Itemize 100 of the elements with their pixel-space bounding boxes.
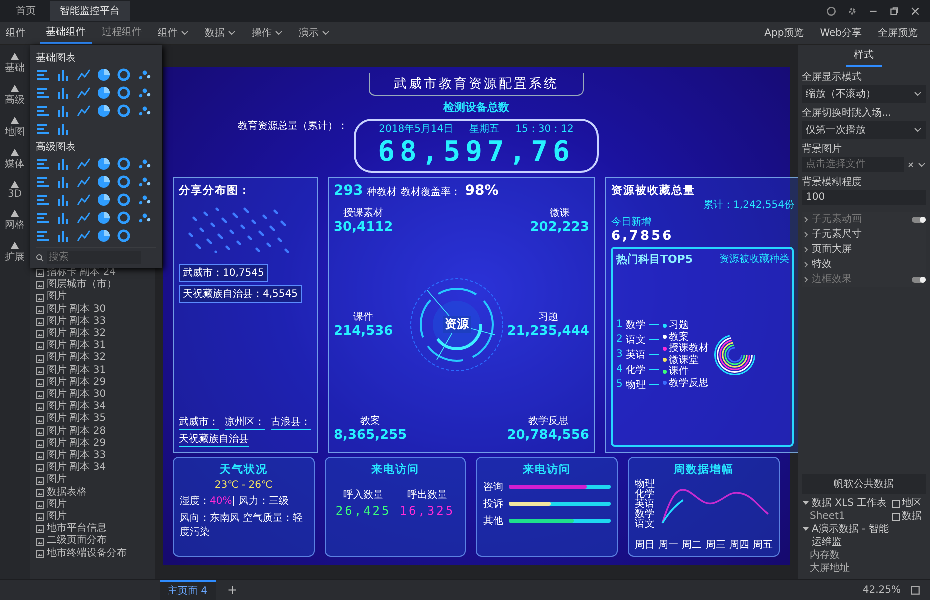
layer-item[interactable]: 图片 副本 33: [47, 450, 106, 462]
scatter-icon[interactable]: [138, 104, 152, 118]
layer-item[interactable]: 图片 副本 34: [47, 401, 106, 414]
scatter-icon[interactable]: [138, 157, 152, 171]
layer-item[interactable]: 二级页面分布: [47, 535, 107, 548]
tree-node[interactable]: A演示数据 - 智能运维监: [812, 523, 889, 549]
add-page-button[interactable]: +: [222, 581, 244, 599]
layer-item[interactable]: 图片 副本 32: [47, 352, 106, 365]
pie-chart-icon[interactable]: [97, 193, 111, 207]
bar-chart-icon[interactable]: [36, 157, 50, 171]
menu-button[interactable]: 演示: [293, 24, 336, 42]
line-chart-icon[interactable]: [76, 193, 91, 207]
scatter-icon[interactable]: [138, 211, 152, 225]
rail-item[interactable]: 地图: [5, 115, 25, 139]
menu-button[interactable]: 数据: [199, 24, 242, 42]
ring-icon[interactable]: [117, 229, 132, 243]
ring-icon[interactable]: [117, 104, 132, 118]
bar-chart-icon[interactable]: [36, 175, 50, 189]
layer-item[interactable]: 地市平台信息: [47, 523, 107, 536]
ring-icon[interactable]: [117, 211, 132, 225]
column-chart-icon[interactable]: [56, 211, 70, 225]
scatter-icon[interactable]: [138, 175, 152, 189]
layer-item[interactable]: 图片 副本 29: [47, 438, 106, 450]
column-chart-icon[interactable]: [56, 104, 70, 118]
column-chart-icon[interactable]: [56, 229, 70, 243]
layer-item[interactable]: 图片: [47, 511, 67, 524]
data-column[interactable]: 数据: [902, 510, 922, 523]
layer-item[interactable]: 图片 副本 30: [47, 389, 106, 402]
line-chart-icon[interactable]: [76, 86, 91, 100]
line-chart-icon[interactable]: [76, 211, 91, 225]
window-tab[interactable]: 智能监控平台: [50, 1, 130, 21]
layer-item[interactable]: 图片 副本 29: [47, 376, 106, 390]
rail-item[interactable]: 基础: [5, 51, 25, 75]
ring-icon[interactable]: [117, 68, 132, 82]
scatter-icon[interactable]: [138, 68, 152, 82]
pie-chart-icon[interactable]: [97, 157, 111, 171]
bar-chart-icon[interactable]: [36, 211, 50, 225]
caret-icon[interactable]: [802, 525, 810, 533]
menu-button[interactable]: 操作: [246, 24, 289, 42]
column-chart-icon[interactable]: [56, 193, 70, 207]
rail-item[interactable]: 媒体: [5, 147, 25, 171]
line-chart-icon[interactable]: [76, 104, 91, 118]
pie-chart-icon[interactable]: [97, 211, 111, 225]
rail-item[interactable]: 3D: [8, 179, 22, 200]
toolbar-action[interactable]: App预览: [758, 24, 810, 42]
clear-icon[interactable]: [907, 160, 915, 168]
restore-icon[interactable]: [889, 6, 900, 16]
tree-node[interactable]: 内存数: [802, 549, 889, 562]
layer-item[interactable]: 图片: [47, 474, 67, 487]
section-header[interactable]: 特效: [812, 257, 832, 272]
section-header[interactable]: 页面大屏: [812, 242, 852, 257]
input-field[interactable]: 100: [802, 190, 926, 205]
select-field[interactable]: 仅第一次播放: [802, 121, 926, 139]
pie-chart-icon[interactable]: [97, 104, 111, 118]
pie-chart-icon[interactable]: [97, 175, 111, 189]
bar-chart-icon[interactable]: [36, 122, 50, 136]
layer-item[interactable]: 图片: [47, 498, 67, 512]
page-tab[interactable]: 主页面 4: [160, 580, 216, 600]
column-chart-icon[interactable]: [56, 68, 70, 82]
ring-icon[interactable]: [117, 86, 132, 100]
layer-item[interactable]: 图片 副本 30: [47, 304, 106, 316]
section-header[interactable]: 子元素尺寸: [812, 227, 862, 242]
layer-item[interactable]: 图片 副本 31: [47, 364, 106, 377]
layer-item[interactable]: 数据表格: [47, 486, 87, 499]
caret-icon[interactable]: [918, 160, 926, 168]
toolbar-action[interactable]: Web分享: [814, 24, 868, 42]
column-chart-icon[interactable]: [56, 122, 70, 136]
layer-item[interactable]: 图片 副本 35: [47, 413, 106, 426]
rail-item[interactable]: 扩展: [5, 240, 25, 264]
select-field[interactable]: 缩放（不滚动）: [802, 85, 926, 103]
line-chart-icon[interactable]: [76, 68, 91, 82]
bar-chart-icon[interactable]: [36, 193, 50, 207]
search-field[interactable]: 搜索: [47, 251, 141, 264]
ring-icon[interactable]: [117, 193, 132, 207]
column-chart-icon[interactable]: [56, 157, 70, 171]
line-chart-icon[interactable]: [76, 157, 91, 171]
layer-item[interactable]: 图片 副本 31: [47, 340, 106, 352]
data-column[interactable]: 地区: [902, 497, 922, 510]
column-chart-icon[interactable]: [56, 86, 70, 100]
scatter-icon[interactable]: [138, 193, 152, 207]
file-field[interactable]: 点击选择文件: [802, 157, 904, 172]
layer-item[interactable]: 图片: [47, 291, 67, 304]
menu-button[interactable]: 组件: [152, 24, 195, 42]
caret-icon[interactable]: [802, 499, 810, 507]
pie-chart-icon[interactable]: [97, 68, 111, 82]
layer-item[interactable]: 图片 副本 33: [47, 316, 106, 328]
bar-chart-icon[interactable]: [36, 68, 50, 82]
layer-item[interactable]: 图片 副本 34: [47, 462, 106, 474]
layer-item[interactable]: 图片 副本 32: [47, 328, 106, 340]
pie-chart-icon[interactable]: [97, 229, 111, 243]
rail-item[interactable]: 高级: [5, 83, 25, 107]
tree-node[interactable]: 大屏地址: [802, 562, 889, 575]
layer-item[interactable]: 图片 副本 28: [47, 426, 106, 438]
bar-chart-icon[interactable]: [36, 86, 50, 100]
line-chart-icon[interactable]: [76, 175, 91, 189]
ring-icon[interactable]: [117, 175, 132, 189]
bar-chart-icon[interactable]: [36, 104, 50, 118]
pie-chart-icon[interactable]: [97, 86, 111, 100]
layer-item[interactable]: 图层城市（市）: [47, 279, 117, 292]
close-icon[interactable]: [910, 6, 921, 16]
